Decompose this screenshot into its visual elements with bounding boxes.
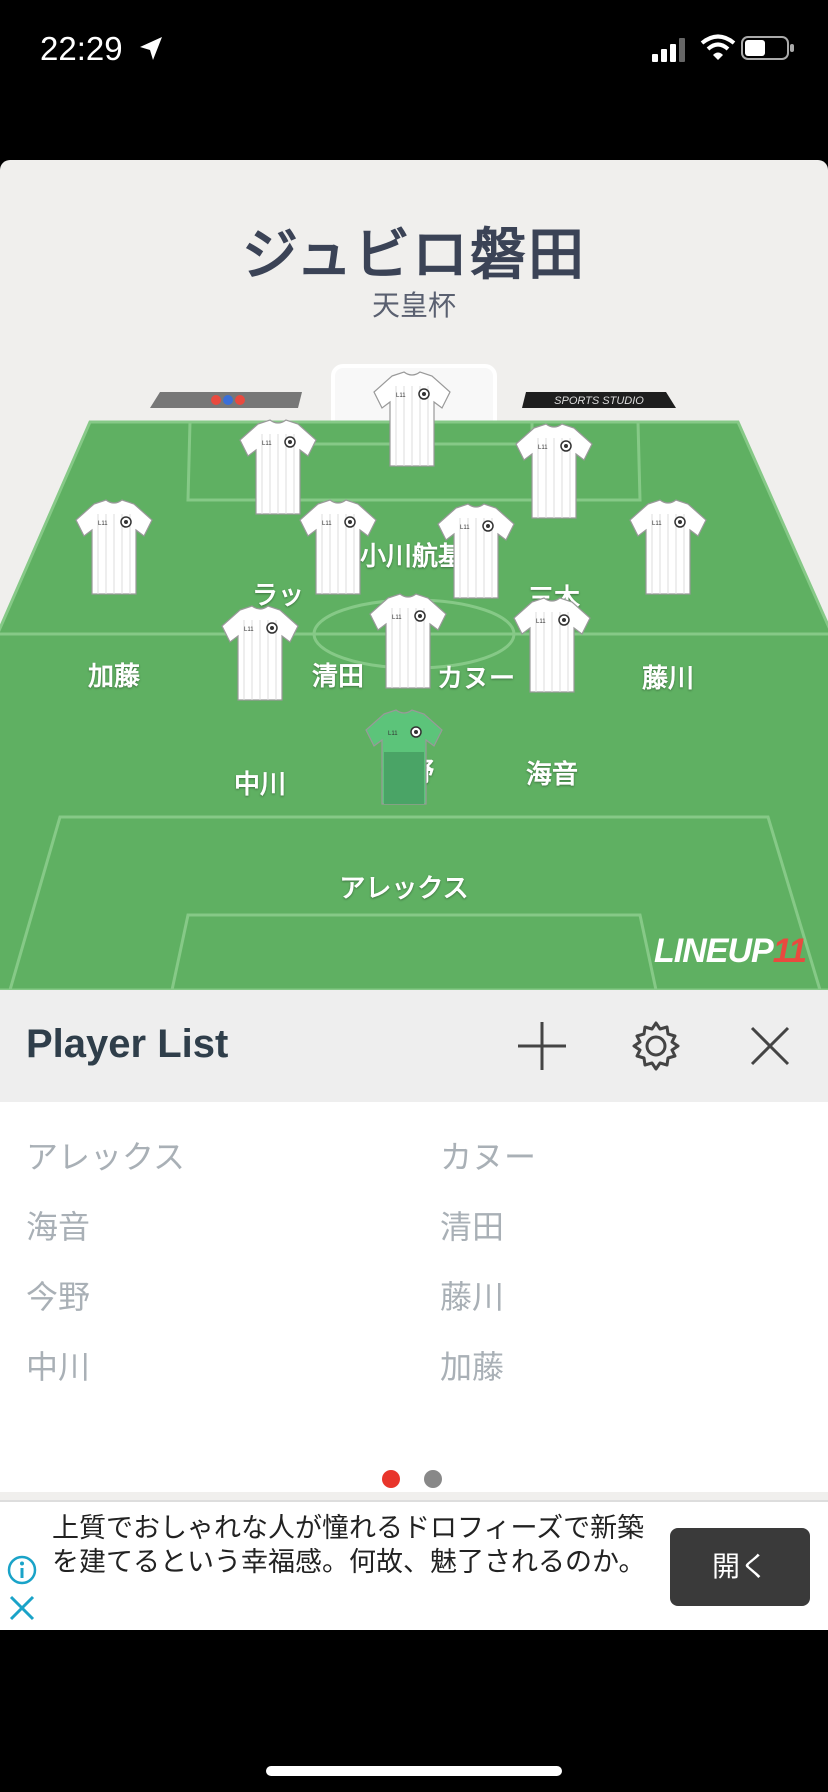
- player-name-label[interactable]: 海音: [526, 754, 578, 791]
- player-list-header: Player List: [0, 990, 828, 1103]
- page-dot-active[interactable]: [382, 1470, 400, 1488]
- wifi-icon: [700, 34, 736, 60]
- home-indicator[interactable]: [266, 1766, 562, 1776]
- ad-board-right-text: SPORTS STUDIO: [554, 395, 644, 407]
- svg-text:L11: L11: [538, 445, 548, 451]
- player-shirt-icon[interactable]: L11: [218, 604, 302, 704]
- list-item[interactable]: 今野: [26, 1272, 90, 1318]
- list-item[interactable]: アレックス: [26, 1132, 185, 1178]
- status-time: 22:29: [40, 30, 123, 67]
- list-item[interactable]: 清田: [440, 1202, 504, 1248]
- player-shirt-icon[interactable]: L11: [72, 498, 156, 598]
- cellular-signal-icon: [652, 38, 685, 62]
- player-shirt-icon[interactable]: L11: [626, 498, 710, 598]
- list-item[interactable]: 中川: [26, 1342, 90, 1388]
- player-shirt-icon[interactable]: L11: [512, 422, 596, 522]
- svg-text:L11: L11: [388, 731, 398, 737]
- lineup-card: ジュビロ磐田 天皇杯 SPORTS STUDIO L11 小川航基 L11 ラッ…: [0, 160, 828, 1630]
- player-shirt-icon[interactable]: L11: [366, 592, 450, 692]
- svg-text:L11: L11: [98, 521, 108, 527]
- list-item[interactable]: 加藤: [440, 1342, 504, 1388]
- svg-text:L11: L11: [396, 393, 406, 399]
- player-name-label[interactable]: 中川: [234, 764, 286, 801]
- list-item[interactable]: 藤川: [440, 1272, 504, 1318]
- goalkeeper-shirt-icon[interactable]: L11: [362, 708, 446, 808]
- info-icon[interactable]: [6, 1554, 38, 1586]
- player-shirt-icon[interactable]: L11: [370, 370, 454, 470]
- player-shirt-icon[interactable]: L11: [510, 596, 594, 696]
- player-name-label[interactable]: 清田: [312, 656, 364, 693]
- svg-text:L11: L11: [536, 619, 546, 625]
- player-name-label[interactable]: 藤川: [642, 658, 694, 695]
- svg-text:L11: L11: [262, 441, 272, 447]
- ad-text: 上質でおしゃれな人が憧れるドロフィーズで新築を建てるという幸福感。何故、魅了され…: [52, 1513, 646, 1578]
- page-dot[interactable]: [424, 1470, 442, 1488]
- player-name-label[interactable]: 加藤: [88, 656, 140, 693]
- battery-icon: [741, 36, 794, 60]
- player-list-title: Player List: [26, 1022, 229, 1066]
- ad-banner[interactable]: 上質でおしゃれな人が憧れるドロフィーズで新築を建てるという幸福感。何故、魅了され…: [0, 1500, 828, 1630]
- close-icon[interactable]: [742, 1018, 798, 1074]
- svg-text:L11: L11: [322, 521, 332, 527]
- page-indicator: [0, 1470, 828, 1490]
- status-bar: 22:29: [0, 0, 828, 100]
- ad-open-button[interactable]: 開く: [670, 1528, 810, 1606]
- player-shirt-icon[interactable]: L11: [434, 502, 518, 602]
- player-name-label[interactable]: アレックス: [339, 868, 468, 905]
- close-ad-icon[interactable]: [8, 1594, 36, 1622]
- player-list: アレックス 海音 今野 中川 カヌー 清田 藤川 加藤: [0, 1102, 828, 1492]
- player-shirt-icon[interactable]: L11: [296, 498, 380, 598]
- svg-text:L11: L11: [652, 521, 662, 527]
- svg-text:L11: L11: [244, 627, 254, 633]
- svg-text:L11: L11: [460, 525, 470, 531]
- svg-text:L11: L11: [392, 615, 402, 621]
- gear-icon[interactable]: [628, 1018, 684, 1074]
- location-arrow-icon: [140, 37, 162, 60]
- add-icon[interactable]: [514, 1018, 570, 1074]
- list-item[interactable]: 海音: [26, 1202, 90, 1248]
- list-item[interactable]: カヌー: [440, 1132, 536, 1178]
- lineup11-logo: LINEUP11: [654, 932, 807, 970]
